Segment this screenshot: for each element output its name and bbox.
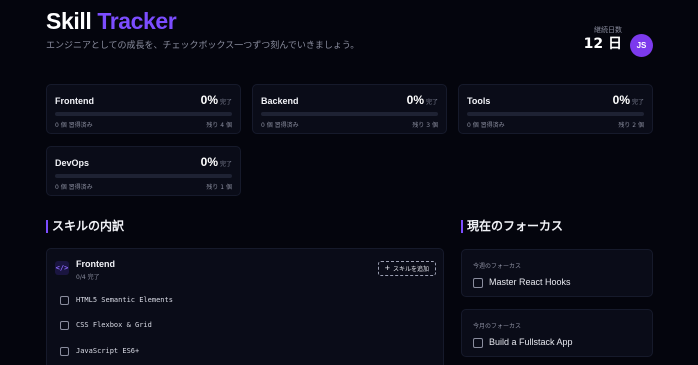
category-percent: 0% 完了 — [406, 93, 438, 107]
focus-checkbox[interactable] — [473, 278, 483, 288]
category-percent: 0% 完了 — [200, 93, 232, 107]
category-card-tools: Tools 0% 完了 0 個 習得済み 残り 2 個 — [458, 84, 653, 134]
progress-bar — [55, 174, 232, 178]
progress-bar — [261, 112, 438, 116]
category-done-count: 0 個 習得済み — [261, 122, 299, 129]
category-card-frontend: Frontend 0% 完了 0 個 習得済み 残り 4 個 — [46, 84, 241, 134]
page-subtitle: エンジニアとしての成長を、チェックボックス一つずつ刻んでいきましょう。 — [46, 41, 360, 51]
brand-word-skill: Skill — [46, 8, 92, 34]
progress-bar — [55, 112, 232, 116]
current-focus-title: 現在のフォーカス — [461, 220, 563, 233]
add-skill-label: スキルを追加 — [392, 267, 429, 273]
header: Skill Tracker エンジニアとしての成長を、チェックボックス一つずつ刻ん… — [46, 8, 653, 57]
category-card-devops: DevOps 0% 完了 0 個 習得済み 残り 1 個 — [46, 146, 241, 196]
category-done-count: 0 個 習得済み — [467, 122, 505, 129]
focus-item[interactable]: Master React Hooks — [473, 275, 571, 288]
category-remaining-count: 残り 2 個 — [618, 122, 644, 129]
skill-checkbox[interactable] — [60, 346, 69, 356]
focus-label: 今週のフォーカス — [473, 263, 522, 270]
skill-label: JavaScript ES6+ — [76, 347, 140, 355]
streak-label: 継続日数 — [594, 26, 622, 34]
plus-icon: + — [384, 263, 390, 273]
category-card-backend: Backend 0% 完了 0 個 習得済み 残り 3 個 — [252, 84, 447, 134]
category-remaining-count: 残り 4 個 — [206, 122, 232, 129]
skills-panel-frontend: </> Frontend 0/4 完了 + スキルを追加 HTML5 Seman… — [46, 248, 444, 365]
focus-item[interactable]: Build a Fullstack App — [473, 335, 573, 348]
category-name: Backend — [261, 96, 299, 106]
streak-value: 12 日 — [583, 36, 622, 52]
focus-label: 今月のフォーカス — [473, 323, 522, 330]
category-name: DevOps — [55, 158, 90, 168]
category-name: Tools — [467, 96, 491, 106]
weekly-focus-card: 今週のフォーカス Master React Hooks — [461, 249, 653, 297]
skill-label: HTML5 Semantic Elements — [76, 296, 173, 304]
app-logo: Skill Tracker — [46, 8, 653, 34]
focus-checkbox[interactable] — [473, 338, 483, 348]
code-icon: </> — [55, 261, 69, 275]
category-done-count: 0 個 習得済み — [55, 122, 93, 129]
category-remaining-count: 残り 3 個 — [412, 122, 438, 129]
brand-word-tracker: Tracker — [97, 8, 177, 34]
panel-progress-text: 0/4 完了 — [76, 274, 100, 281]
add-skill-button[interactable]: + スキルを追加 — [377, 261, 436, 276]
category-remaining-count: 残り 1 個 — [206, 184, 232, 191]
skill-row[interactable]: HTML5 Semantic Elements — [60, 294, 173, 306]
streak-counter: 継続日数 12 日 — [584, 25, 622, 52]
monthly-focus-card: 今月のフォーカス Build a Fullstack App — [461, 309, 653, 357]
progress-bar — [467, 112, 644, 116]
skill-row[interactable]: JavaScript ES6+ — [60, 345, 139, 357]
category-percent: 0% 完了 — [200, 155, 232, 169]
focus-text: Build a Fullstack App — [489, 336, 573, 347]
category-done-count: 0 個 習得済み — [55, 184, 93, 191]
panel-title: Frontend — [76, 259, 115, 269]
skill-checkbox[interactable] — [60, 320, 69, 330]
user-avatar[interactable]: JS — [630, 34, 653, 57]
skills-breakdown-title: スキルの内訳 — [46, 220, 124, 233]
category-percent: 0% 完了 — [612, 93, 644, 107]
skill-row[interactable]: CSS Flexbox & Grid — [60, 319, 152, 331]
focus-text: Master React Hooks — [489, 276, 571, 287]
page: Skill Tracker エンジニアとしての成長を、チェックボックス一つずつ刻ん… — [46, 0, 653, 365]
skill-checkbox[interactable] — [60, 295, 69, 305]
category-name: Frontend — [55, 96, 94, 106]
skill-label: CSS Flexbox & Grid — [76, 321, 152, 329]
